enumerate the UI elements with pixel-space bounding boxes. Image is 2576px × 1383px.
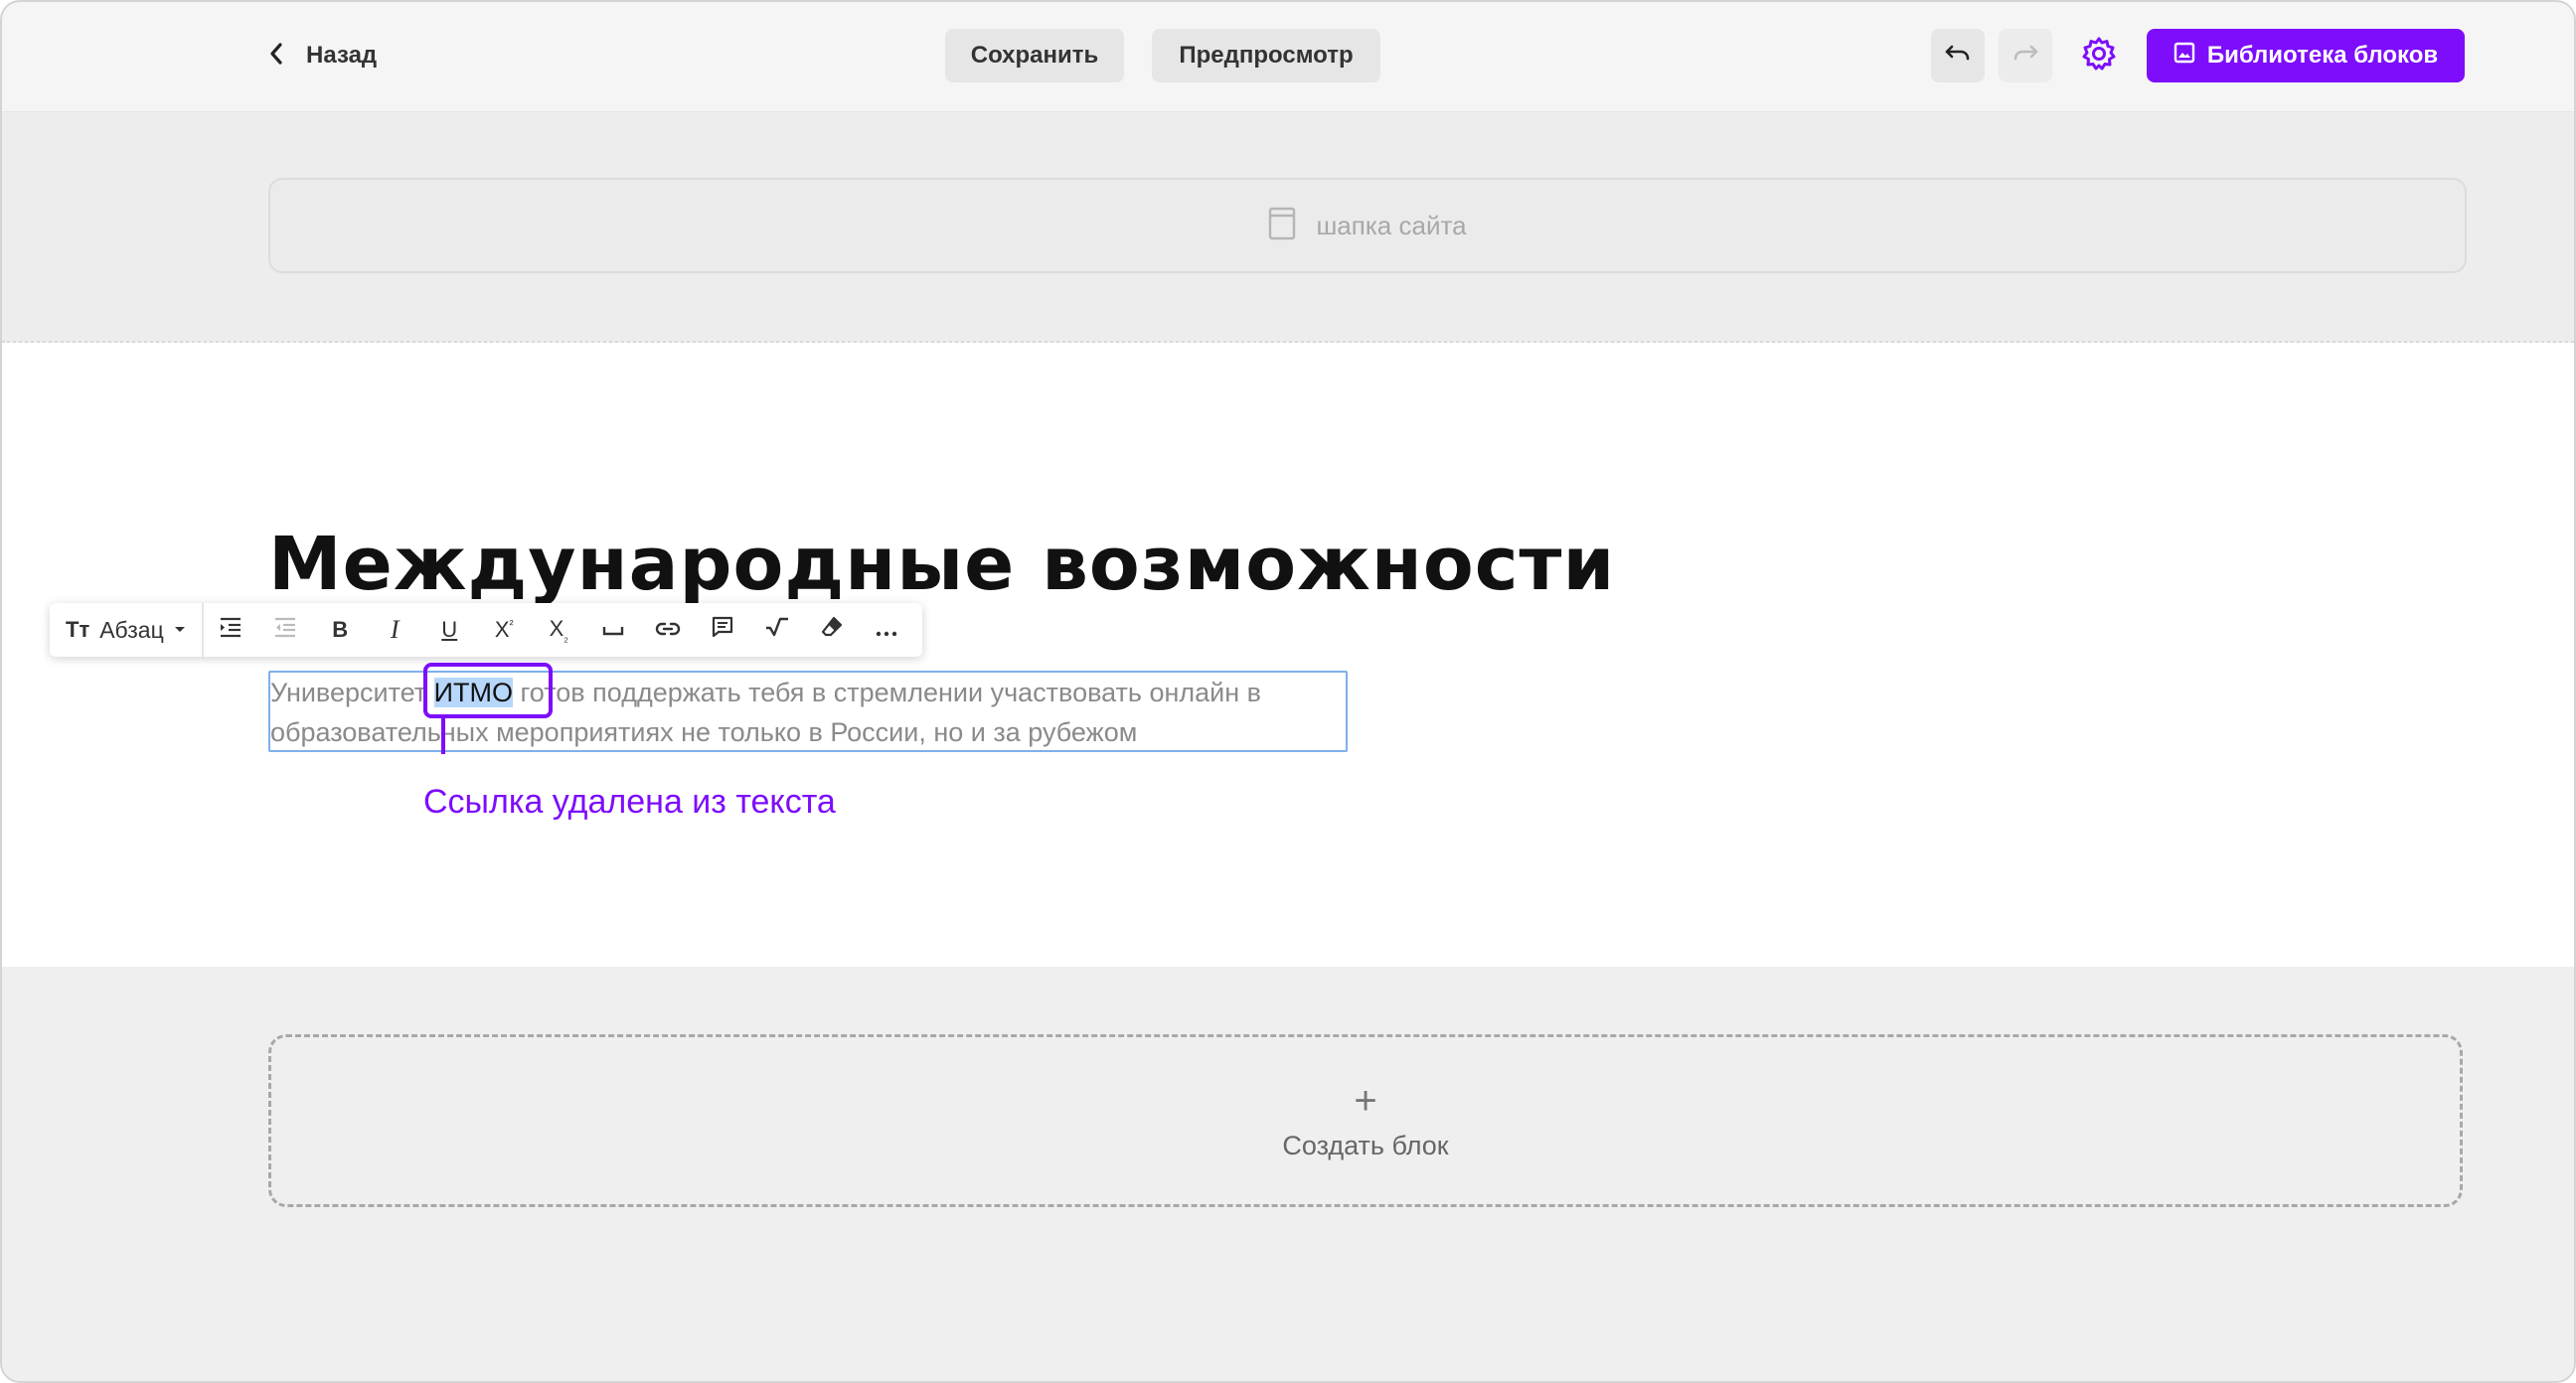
back-button[interactable]: Назад bbox=[268, 36, 377, 76]
settings-button[interactable] bbox=[2079, 36, 2119, 76]
underline-button[interactable]: U bbox=[422, 603, 477, 657]
site-header-zone: шапка сайта bbox=[2, 112, 2574, 341]
paragraph-text-after: готов поддержать тебя в стремлении участ… bbox=[513, 678, 1262, 707]
underline-icon: U bbox=[441, 617, 458, 642]
eraser-icon bbox=[820, 615, 844, 645]
subscript-button[interactable]: X₂ bbox=[532, 603, 586, 657]
bottom-zone: + Создать блок bbox=[2, 967, 2574, 1381]
link-icon bbox=[655, 617, 681, 643]
superscript-button[interactable]: X² bbox=[477, 603, 532, 657]
redo-icon bbox=[2012, 44, 2038, 69]
superscript-icon: X² bbox=[494, 617, 514, 642]
block-library-button[interactable]: Библиотека блоков bbox=[2147, 29, 2465, 82]
preview-button[interactable]: Предпросмотр bbox=[1152, 29, 1380, 82]
subscript-icon: X₂ bbox=[549, 615, 568, 645]
bold-icon: B bbox=[332, 617, 349, 642]
back-label: Назад bbox=[306, 42, 378, 69]
editor-window: Назад Сохранить Предпросмотр Библиотека … bbox=[0, 0, 2576, 1383]
paragraph-text-before: Университет bbox=[270, 678, 434, 707]
annotation-text: Ссылка удалена из текста bbox=[423, 783, 836, 821]
comment-button[interactable] bbox=[696, 603, 750, 657]
undo-button[interactable] bbox=[1931, 29, 1985, 82]
indent-icon bbox=[219, 616, 242, 644]
undo-icon bbox=[1945, 44, 1971, 69]
clear-format-button[interactable] bbox=[805, 603, 860, 657]
create-block-button[interactable]: + Создать блок bbox=[268, 1034, 2463, 1207]
square-root-icon bbox=[764, 616, 790, 644]
gear-icon bbox=[2081, 36, 2117, 77]
annotation-highlight bbox=[423, 663, 553, 718]
top-bar: Назад Сохранить Предпросмотр Библиотека … bbox=[2, 2, 2574, 112]
bold-button[interactable]: B bbox=[313, 603, 368, 657]
paragraph-format-label: Абзац bbox=[99, 616, 164, 643]
paragraph-line-2: образовательных мероприятиях не только в… bbox=[270, 717, 1138, 747]
site-header-placeholder[interactable]: шапка сайта bbox=[268, 178, 2467, 273]
redo-button[interactable] bbox=[1999, 29, 2052, 82]
paragraph-format-dropdown[interactable]: Tт Абзац bbox=[50, 603, 204, 657]
italic-button[interactable]: I bbox=[368, 603, 422, 657]
text-format-toolbar: Tт Абзац B I U X² X₂ bbox=[50, 603, 922, 657]
more-icon bbox=[876, 617, 897, 643]
create-block-label: Создать блок bbox=[1282, 1130, 1449, 1160]
plus-icon: + bbox=[1354, 1078, 1377, 1123]
content-section: Международные возможности Tт Абзац B I U… bbox=[2, 343, 2574, 967]
link-button[interactable] bbox=[641, 603, 696, 657]
formula-button[interactable] bbox=[750, 603, 805, 657]
text-type-icon: Tт bbox=[66, 617, 90, 642]
indent-button[interactable] bbox=[204, 603, 258, 657]
header-block-icon bbox=[1268, 207, 1296, 245]
image-icon bbox=[2174, 42, 2195, 71]
annotation-line bbox=[441, 718, 445, 754]
more-button[interactable] bbox=[860, 603, 914, 657]
nbsp-icon bbox=[602, 617, 624, 643]
page-title[interactable]: Международные возможности bbox=[268, 522, 1615, 607]
block-library-label: Библиотека блоков bbox=[2206, 42, 2439, 69]
comment-icon bbox=[711, 615, 734, 645]
outdent-icon bbox=[273, 616, 297, 644]
caret-down-icon bbox=[174, 621, 186, 639]
outdent-button[interactable] bbox=[258, 603, 313, 657]
header-placeholder-label: шапка сайта bbox=[1316, 210, 1467, 240]
nbsp-button[interactable] bbox=[586, 603, 641, 657]
chevron-left-icon bbox=[268, 42, 284, 71]
save-button[interactable]: Сохранить bbox=[945, 29, 1124, 82]
italic-icon: I bbox=[390, 615, 400, 644]
